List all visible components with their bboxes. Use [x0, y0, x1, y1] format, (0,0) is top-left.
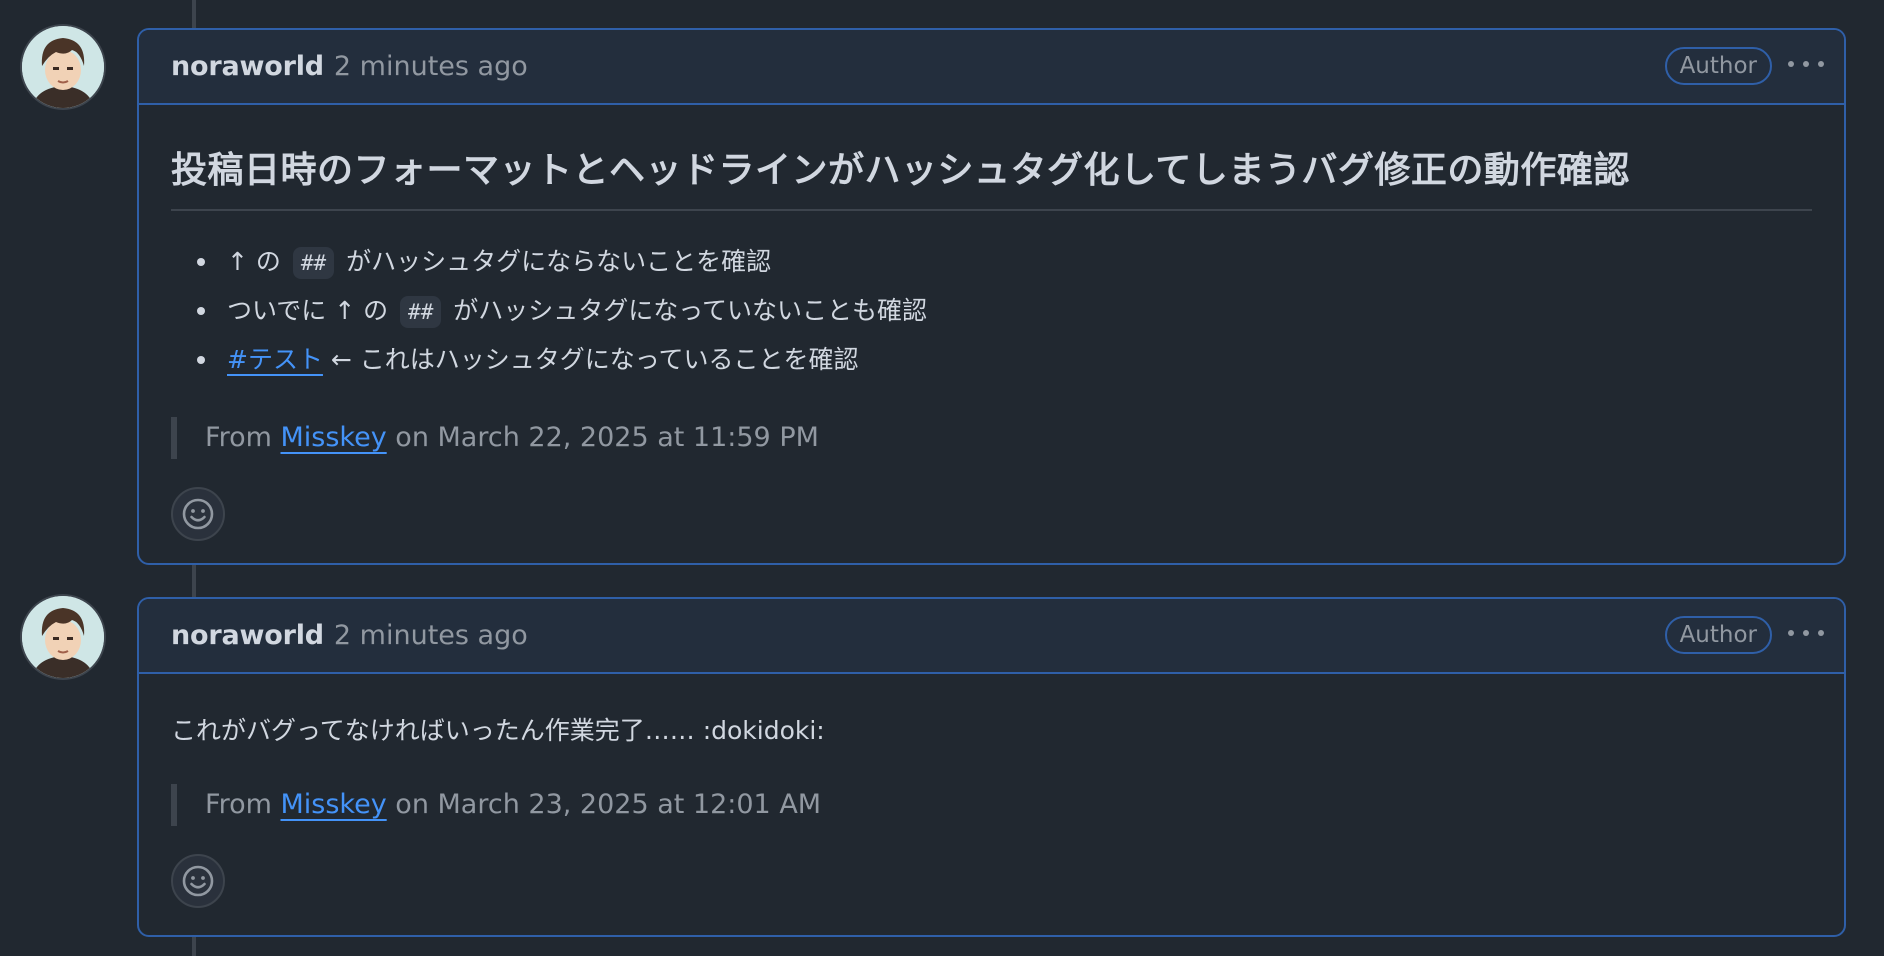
timeline-line-top [192, 0, 196, 30]
kebab-horizontal-icon[interactable] [1788, 627, 1824, 639]
list-item-text: ← これはハッシュタグになっていることを確認 [330, 345, 859, 374]
author-badge: Author [1664, 47, 1772, 85]
list-item-text: ついでに ↑ の [227, 296, 389, 325]
timestamp[interactable]: 2 minutes ago [334, 620, 528, 651]
comment-card: noraworld 2 minutes ago Author 投稿日時のフォーマ… [137, 28, 1846, 565]
comment-header: noraworld 2 minutes ago Author [139, 30, 1844, 105]
inline-code: ## [292, 247, 335, 279]
author-name[interactable]: noraworld [171, 51, 324, 82]
author-badge: Author [1664, 616, 1772, 654]
source-quote: From Misskey on March 22, 2025 at 11:59 … [171, 417, 1812, 459]
timeline-line-middle [192, 562, 196, 598]
comment-body: これがバグってなければいったん作業完了…… :dokidoki: From Mi… [139, 674, 1844, 908]
quote-suffix: on March 22, 2025 at 11:59 PM [395, 422, 819, 453]
timestamp[interactable]: 2 minutes ago [334, 51, 528, 82]
list-item-text: ↑ の [227, 247, 281, 276]
source-link[interactable]: Misskey [281, 422, 387, 453]
comment-card: noraworld 2 minutes ago Author これがバグってなけ… [137, 597, 1846, 937]
quote-suffix: on March 23, 2025 at 12:01 AM [395, 789, 822, 820]
add-reaction-button[interactable] [171, 854, 225, 908]
avatar-image [22, 596, 104, 678]
smiley-icon [182, 865, 214, 897]
avatar[interactable] [22, 596, 104, 678]
comment-text: これがバグってなければいったん作業完了…… :dokidoki: [171, 716, 825, 745]
comment-header: noraworld 2 minutes ago Author [139, 599, 1844, 674]
avatar[interactable] [22, 26, 104, 108]
comment-heading: 投稿日時のフォーマットとヘッドラインがハッシュタグ化してしまうバグ修正の動作確認 [171, 105, 1812, 211]
smiley-icon [182, 498, 214, 530]
quote-prefix: From [205, 422, 272, 453]
list-item: #テスト ← これはハッシュタグになっていることを確認 [197, 335, 1812, 384]
kebab-horizontal-icon[interactable] [1788, 58, 1824, 70]
timeline-line-bottom [192, 934, 196, 956]
quote-prefix: From [205, 789, 272, 820]
inline-code: ## [400, 296, 442, 328]
add-reaction-button[interactable] [171, 487, 225, 541]
comment-body: 投稿日時のフォーマットとヘッドラインがハッシュタグ化してしまうバグ修正の動作確認… [139, 105, 1844, 541]
source-link[interactable]: Misskey [281, 789, 387, 820]
list-item-text: がハッシュタグにならないことを確認 [346, 247, 772, 276]
list-item: ついでに ↑ の ## がハッシュタグになっていないことも確認 [197, 286, 1812, 335]
avatar-image [22, 26, 104, 108]
bullet-list: ↑ の ## がハッシュタグにならないことを確認 ついでに ↑ の ## がハッ… [171, 211, 1812, 384]
list-item: ↑ の ## がハッシュタグにならないことを確認 [197, 237, 1812, 286]
source-quote: From Misskey on March 23, 2025 at 12:01 … [171, 784, 1812, 826]
hashtag-link[interactable]: #テスト [227, 345, 323, 374]
list-item-text: がハッシュタグになっていないことも確認 [453, 296, 928, 325]
author-name[interactable]: noraworld [171, 620, 324, 651]
